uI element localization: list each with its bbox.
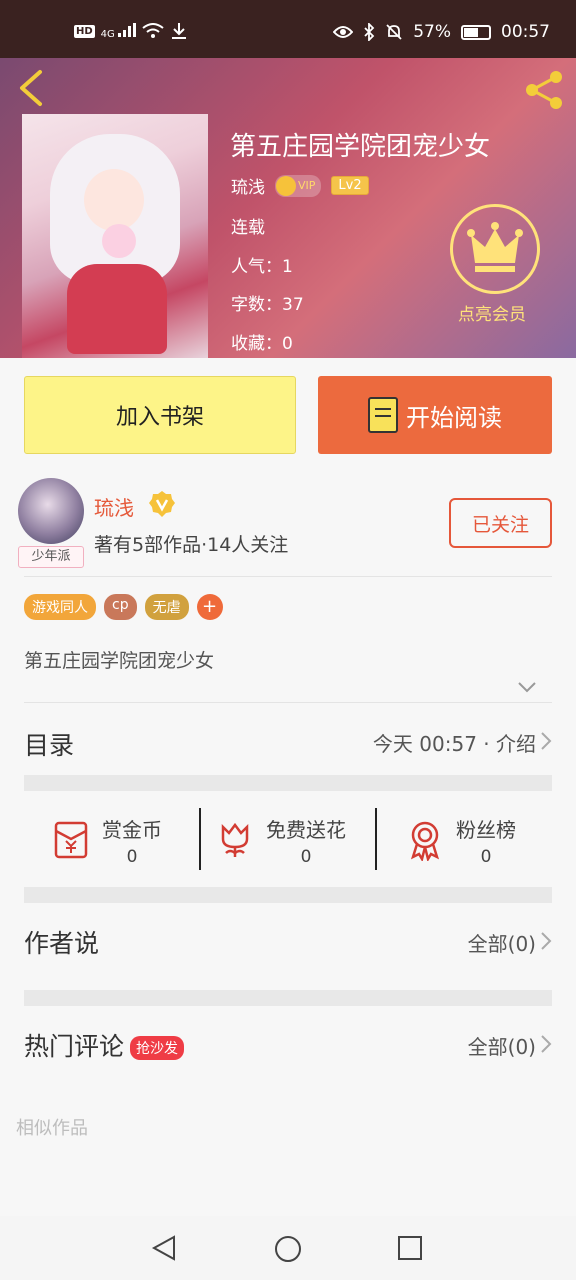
- section-gap: [24, 887, 552, 903]
- tag-item[interactable]: 游戏同人: [24, 594, 96, 620]
- book-favorites: 收藏：0: [231, 334, 293, 354]
- book-header: 第五庄园学院团宠少女 琉浅 VIP Lv2 连载 人气：1 字数：37 收藏：0…: [0, 58, 576, 358]
- author-says-link[interactable]: 全部(0): [468, 928, 536, 957]
- reward-coin[interactable]: 赏金币 0: [50, 810, 162, 870]
- back-nav-icon[interactable]: [150, 1234, 178, 1262]
- eye-icon: [333, 26, 354, 38]
- reward-count: 0: [300, 846, 312, 867]
- reward-flower[interactable]: 免费送花 0: [214, 810, 346, 870]
- book-cover[interactable]: [22, 114, 208, 358]
- recents-nav-icon[interactable]: [396, 1234, 424, 1262]
- book-author-row: 琉浅 VIP Lv2: [231, 173, 369, 198]
- section-gap: [24, 775, 552, 791]
- sofa-badge[interactable]: 抢沙发: [130, 1036, 185, 1060]
- download-icon: [171, 23, 186, 39]
- reward-count: 0: [480, 846, 492, 867]
- share-icon[interactable]: [522, 68, 566, 112]
- status-right: 57% 00:57: [333, 22, 550, 42]
- chevron-down-icon[interactable]: [518, 680, 536, 694]
- start-reading-button[interactable]: 开始阅读: [318, 376, 552, 454]
- catalog-title[interactable]: 目录: [24, 726, 74, 762]
- battery-icon: [461, 24, 491, 40]
- author-says-title[interactable]: 作者说: [24, 924, 99, 960]
- bluetooth-icon: [364, 23, 375, 41]
- back-icon[interactable]: [14, 68, 50, 108]
- author-name[interactable]: 琉浅: [94, 492, 134, 521]
- home-nav-icon[interactable]: [273, 1234, 303, 1264]
- book-status: 连载: [231, 218, 265, 238]
- wifi-icon: [142, 23, 164, 38]
- tag-item[interactable]: 无虐: [144, 594, 189, 620]
- member-label[interactable]: 点亮会员: [458, 300, 526, 325]
- start-reading-label: 开始阅读: [406, 403, 502, 432]
- book-author[interactable]: 琉浅: [231, 173, 265, 198]
- similar-works-title: 相似作品: [16, 1118, 88, 1139]
- clock: 00:57: [501, 22, 550, 42]
- reward-label: 赏金币: [102, 817, 162, 842]
- author-stats: 著有5部作品·14人关注: [94, 534, 289, 556]
- hd-indicator: HD: [74, 24, 95, 38]
- separator: [375, 808, 377, 870]
- add-tag-button[interactable]: +: [196, 594, 223, 620]
- tag-item[interactable]: cp: [104, 594, 137, 620]
- reward-label: 粉丝榜: [456, 817, 516, 842]
- chevron-right-icon[interactable]: [540, 931, 552, 951]
- author-avatar[interactable]: [18, 478, 84, 544]
- hot-comments-label: 热门评论: [24, 1032, 125, 1061]
- divider: [24, 702, 552, 703]
- member-button[interactable]: [450, 204, 540, 294]
- network-type: 4G: [100, 28, 115, 40]
- book-intro: 第五庄园学院团宠少女: [24, 650, 215, 672]
- level-badge: Lv2: [331, 176, 369, 195]
- book-word-count: 字数：37: [231, 295, 304, 315]
- book-title: 第五庄园学院团宠少女: [230, 132, 491, 162]
- author-badge: 少年派: [18, 546, 84, 568]
- book-popularity: 人气：1: [231, 257, 293, 277]
- add-to-shelf-button[interactable]: 加入书架: [24, 376, 296, 454]
- reward-label: 免费送花: [266, 817, 346, 842]
- chevron-right-icon[interactable]: [540, 1034, 552, 1054]
- separator: [199, 808, 201, 870]
- red-envelope-icon: [54, 821, 88, 859]
- book-icon: [368, 397, 398, 433]
- mute-icon: [386, 24, 402, 40]
- vip-label: VIP: [298, 179, 316, 192]
- signal-icon: 4G: [100, 22, 136, 40]
- reward-count: 0: [126, 846, 138, 867]
- verified-icon: [149, 491, 175, 517]
- follow-button[interactable]: 已关注: [449, 498, 552, 548]
- chevron-right-icon[interactable]: [540, 731, 552, 751]
- battery-percent: 57%: [413, 22, 451, 42]
- tag-list: 游戏同人 cp 无虐 +: [24, 594, 223, 620]
- hot-comments-title[interactable]: 热门评论 抢沙发: [24, 1027, 185, 1063]
- catalog-meta[interactable]: 今天 00:57 · 介绍: [373, 728, 536, 757]
- reward-fan-rank[interactable]: 粉丝榜 0: [404, 810, 516, 870]
- system-nav-bar: [0, 1216, 576, 1280]
- medal-icon: [410, 821, 440, 861]
- hot-comments-link[interactable]: 全部(0): [468, 1031, 536, 1060]
- vip-icon: [276, 175, 296, 196]
- vip-badge: VIP: [275, 174, 322, 197]
- status-bar: HD 4G 57% 00:57: [0, 0, 576, 58]
- divider: [24, 576, 552, 577]
- flower-icon: [221, 822, 249, 857]
- section-gap: [24, 990, 552, 1006]
- crown-icon: [467, 222, 523, 272]
- status-left: HD 4G: [74, 22, 188, 40]
